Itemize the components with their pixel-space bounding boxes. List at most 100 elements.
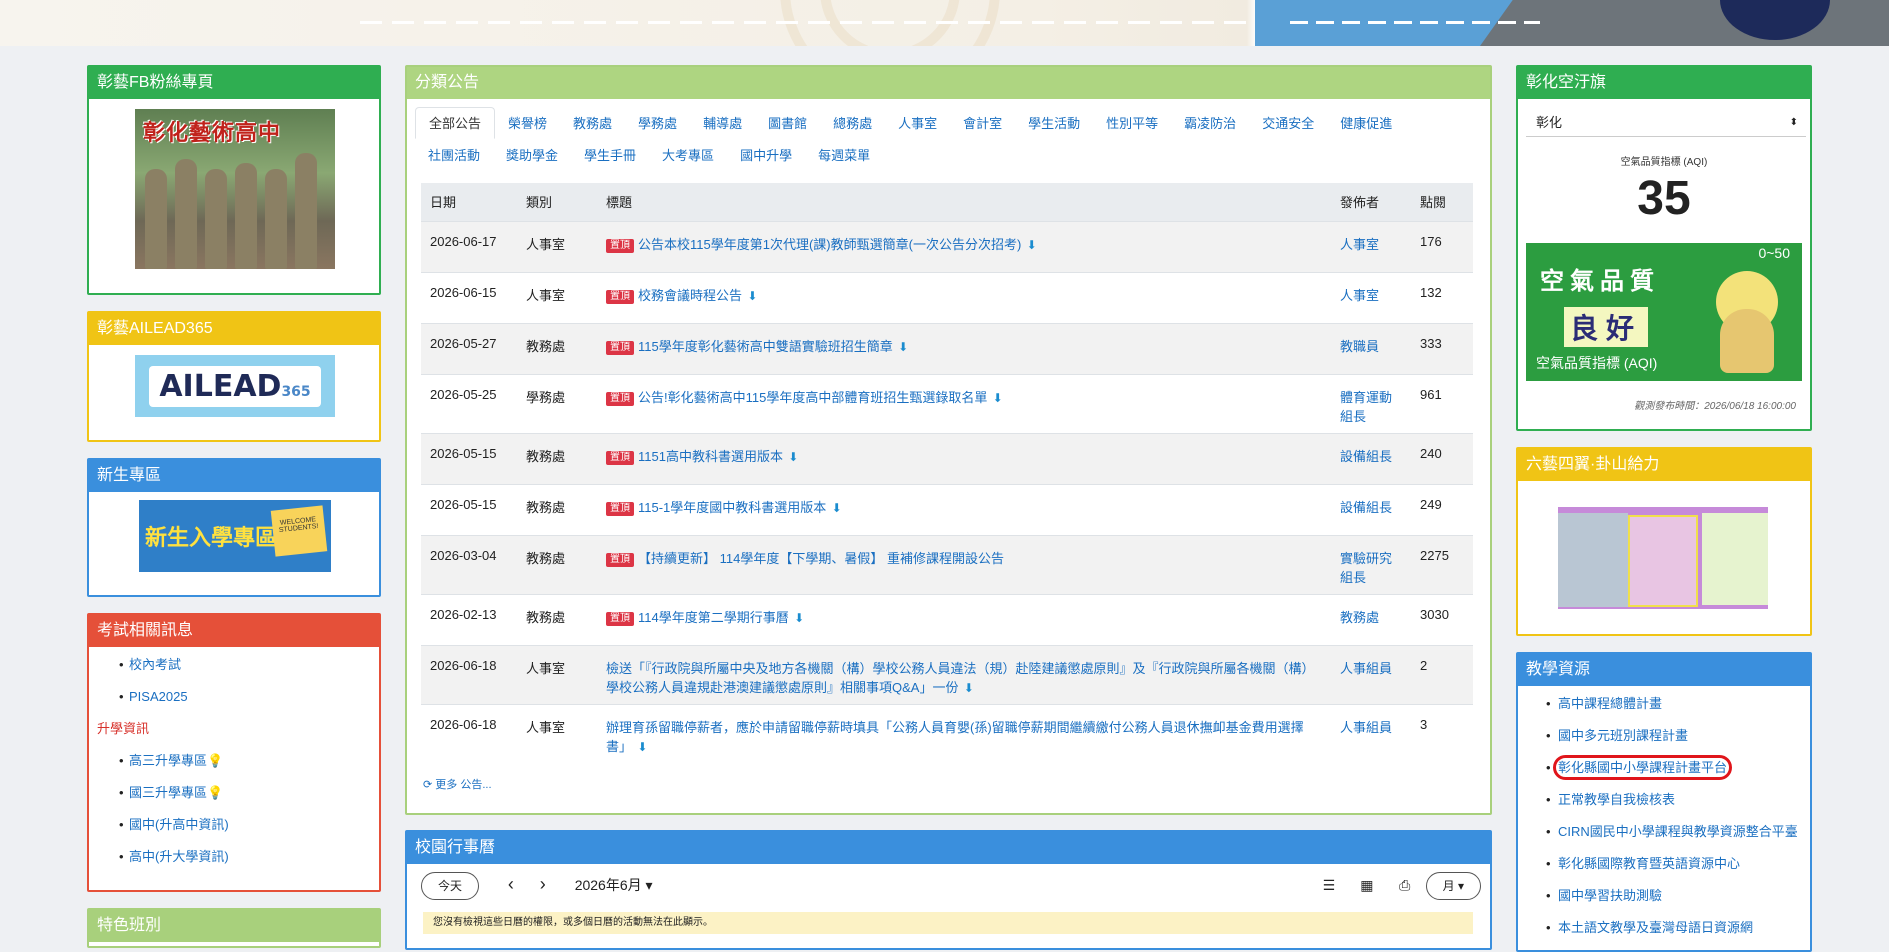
- panel-title: 分類公告: [407, 67, 1490, 99]
- announcement-link[interactable]: 校務會議時程公告: [638, 288, 742, 303]
- list-item[interactable]: 彰化縣國際教育暨英語資源中心: [1518, 848, 1810, 880]
- tab-student-affairs[interactable]: 學務處: [625, 108, 690, 140]
- tab-academic[interactable]: 教務處: [560, 108, 625, 140]
- download-icon[interactable]: ⬇: [791, 611, 804, 625]
- publisher-link[interactable]: 教職員: [1340, 339, 1379, 354]
- month-selector[interactable]: 2026年6月 ▾: [575, 877, 653, 893]
- row-category: 學務處: [517, 373, 597, 433]
- publisher-link[interactable]: 實驗研究組長: [1340, 551, 1392, 585]
- download-icon[interactable]: ⬇: [634, 740, 647, 754]
- col-publisher[interactable]: 發佈者: [1331, 183, 1411, 221]
- list-item[interactable]: 國中學習扶助測驗: [1518, 880, 1810, 912]
- panel-title: 六藝四翼·卦山給力: [1518, 449, 1810, 481]
- announcement-link[interactable]: 1151高中教科書選用版本: [638, 449, 783, 464]
- tab-bullying[interactable]: 霸凌防治: [1171, 108, 1249, 140]
- tab-gender[interactable]: 性別平等: [1093, 108, 1171, 140]
- download-icon[interactable]: ⬇: [960, 681, 974, 695]
- announcement-link[interactable]: 公告本校115學年度第1次代理(課)教師甄選簡章(一次公告分次招考): [638, 237, 1021, 252]
- list-item[interactable]: 正常教學自我檢核表: [1518, 784, 1810, 816]
- six-arts-banner[interactable]: [1558, 507, 1768, 609]
- print-icon[interactable]: ⎙: [1388, 877, 1422, 894]
- announcement-link[interactable]: 114學年度第二學期行事曆: [638, 610, 789, 625]
- col-category[interactable]: 類別: [517, 183, 597, 221]
- announcement-link[interactable]: 公告!彰化藝術高中115學年度高中部體育班招生甄選錄取名單: [638, 390, 987, 405]
- tab-accounting[interactable]: 會計室: [950, 108, 1015, 140]
- row-title: 辦理育孫留職停薪者，應於申請留職停薪時填具「公務人員育嬰(孫)留職停薪期間繼續繳…: [597, 703, 1331, 763]
- calendar-icon[interactable]: ▦: [1350, 877, 1384, 894]
- six-arts-panel: 六藝四翼·卦山給力: [1516, 447, 1812, 636]
- download-icon[interactable]: ⬇: [895, 340, 908, 354]
- publisher-link[interactable]: 人事組員: [1340, 720, 1392, 735]
- list-item[interactable]: 國三升學專區💡: [89, 777, 379, 809]
- aqi-status-image: 0~50 空氣品質 良好 空氣品質指標 (AQI): [1526, 243, 1802, 381]
- freshman-banner[interactable]: 新生入學專區 WELCOME STUDENTS!: [139, 500, 331, 572]
- prev-month-button[interactable]: ‹: [497, 874, 525, 895]
- download-icon[interactable]: ⬇: [828, 501, 842, 515]
- panel-title: 新生專區: [89, 460, 379, 492]
- air-quality-panel: 彰化空汙旗 彰化 ⬍ 空氣品質指標 (AQI) 35 0~50 空氣品質 良好 空…: [1516, 65, 1812, 431]
- col-views[interactable]: 點閱: [1411, 183, 1473, 221]
- announcement-link[interactable]: 【持續更新】 114學年度【下學期、暑假】 重補修課程開設公告: [638, 551, 1004, 566]
- list-item[interactable]: 國中(升高中資訊): [89, 809, 379, 841]
- announcement-link[interactable]: 115-1學年度國中教科書選用版本: [638, 500, 826, 515]
- more-announcements-link[interactable]: ⟳ 更多 公告...: [423, 776, 492, 792]
- view-selector[interactable]: 月 ▾: [1425, 872, 1481, 900]
- publisher-link[interactable]: 設備組長: [1340, 500, 1392, 515]
- tab-personnel[interactable]: 人事室: [885, 108, 950, 140]
- list-item[interactable]: 本土語文教學及臺灣母語日資源網: [1518, 912, 1810, 944]
- list-item[interactable]: 高三升學專區💡: [89, 745, 379, 777]
- tab-counseling[interactable]: 輔導處: [690, 108, 755, 140]
- ailead-banner[interactable]: AILEAD365: [135, 355, 335, 417]
- publisher-link[interactable]: 體育運動組長: [1340, 390, 1392, 424]
- download-icon[interactable]: ⬇: [989, 391, 1003, 405]
- tab-traffic[interactable]: 交通安全: [1249, 108, 1327, 140]
- next-month-button[interactable]: ›: [529, 874, 557, 895]
- download-icon[interactable]: ⬇: [744, 289, 757, 303]
- tab-activities[interactable]: 學生活動: [1015, 108, 1093, 140]
- tab-general-affairs[interactable]: 總務處: [820, 108, 885, 140]
- tab-menu[interactable]: 每週菜單: [805, 140, 883, 172]
- tab-exam-zone[interactable]: 大考專區: [649, 140, 727, 172]
- download-icon[interactable]: ⬇: [785, 450, 798, 464]
- special-class-panel: 特色班別: [87, 908, 381, 948]
- fb-photo[interactable]: 彰化藝術高中: [135, 109, 335, 269]
- publisher-link[interactable]: 人事組員: [1340, 661, 1392, 676]
- tab-all[interactable]: 全部公告: [415, 107, 496, 139]
- publisher-link[interactable]: 人事室: [1340, 237, 1379, 252]
- col-date[interactable]: 日期: [421, 183, 517, 221]
- row-date: 2026-05-15: [421, 432, 517, 484]
- row-date: 2026-06-17: [421, 220, 517, 272]
- panel-title: 彰藝FB粉絲專頁: [89, 67, 379, 99]
- tab-clubs[interactable]: 社團活動: [415, 140, 493, 172]
- exam-panel: 考試相關訊息 校內考試 PISA2025 升學資訊 高三升學專區💡 國三升學專區…: [87, 613, 381, 892]
- publisher-link[interactable]: 教務處: [1340, 610, 1379, 625]
- list-item[interactable]: 高中(升大學資訊): [89, 841, 379, 873]
- list-item[interactable]: CIRN國民中小學課程與教學資源整合平臺: [1518, 816, 1810, 848]
- download-icon[interactable]: ⬇: [1023, 238, 1037, 252]
- row-category: 教務處: [517, 483, 597, 535]
- row-title: 置頂 114學年度第二學期行事曆 ⬇: [597, 593, 1331, 645]
- agenda-icon[interactable]: ☰: [1312, 877, 1346, 894]
- announcement-link[interactable]: 115學年度彰化藝術高中雙語實驗班招生簡章: [638, 339, 893, 354]
- today-button[interactable]: 今天: [421, 872, 480, 900]
- list-item[interactable]: 國中多元班別課程計畫: [1518, 720, 1810, 752]
- publisher-link[interactable]: 設備組長: [1340, 449, 1392, 464]
- publisher-link[interactable]: 人事室: [1340, 288, 1379, 303]
- list-item[interactable]: 彰化縣國中小學課程計畫平台: [1518, 752, 1810, 784]
- pinned-badge: 置頂: [606, 611, 634, 626]
- city-select[interactable]: 彰化 ⬍: [1526, 109, 1806, 137]
- tab-handbook[interactable]: 學生手冊: [571, 140, 649, 172]
- tab-honor[interactable]: 榮譽榜: [495, 108, 560, 140]
- list-item[interactable]: 高中課程總體計畫: [1518, 688, 1810, 720]
- calendar-toolbar: 今天 ‹ › 2026年6月 ▾ ☰ ▦ ⎙ 月 ▾ 您沒有檢視這些日曆的權限，…: [421, 872, 1481, 934]
- welcome-card: WELCOME STUDENTS!: [270, 505, 328, 557]
- tab-library[interactable]: 圖書館: [755, 108, 820, 140]
- list-item[interactable]: 校內考試: [89, 649, 379, 681]
- highlighted-resource-link[interactable]: 彰化縣國中小學課程計畫平台: [1552, 755, 1733, 780]
- tab-health[interactable]: 健康促進: [1327, 108, 1405, 140]
- tab-junior-admission[interactable]: 國中升學: [727, 140, 805, 172]
- announcement-link[interactable]: 辦理育孫留職停薪者，應於申請留職停薪時填具「公務人員育嬰(孫)留職停薪期間繼續繳…: [606, 720, 1304, 754]
- tab-scholarship[interactable]: 獎助學金: [493, 140, 571, 172]
- list-item[interactable]: PISA2025: [89, 681, 379, 713]
- col-title[interactable]: 標題: [597, 183, 1331, 221]
